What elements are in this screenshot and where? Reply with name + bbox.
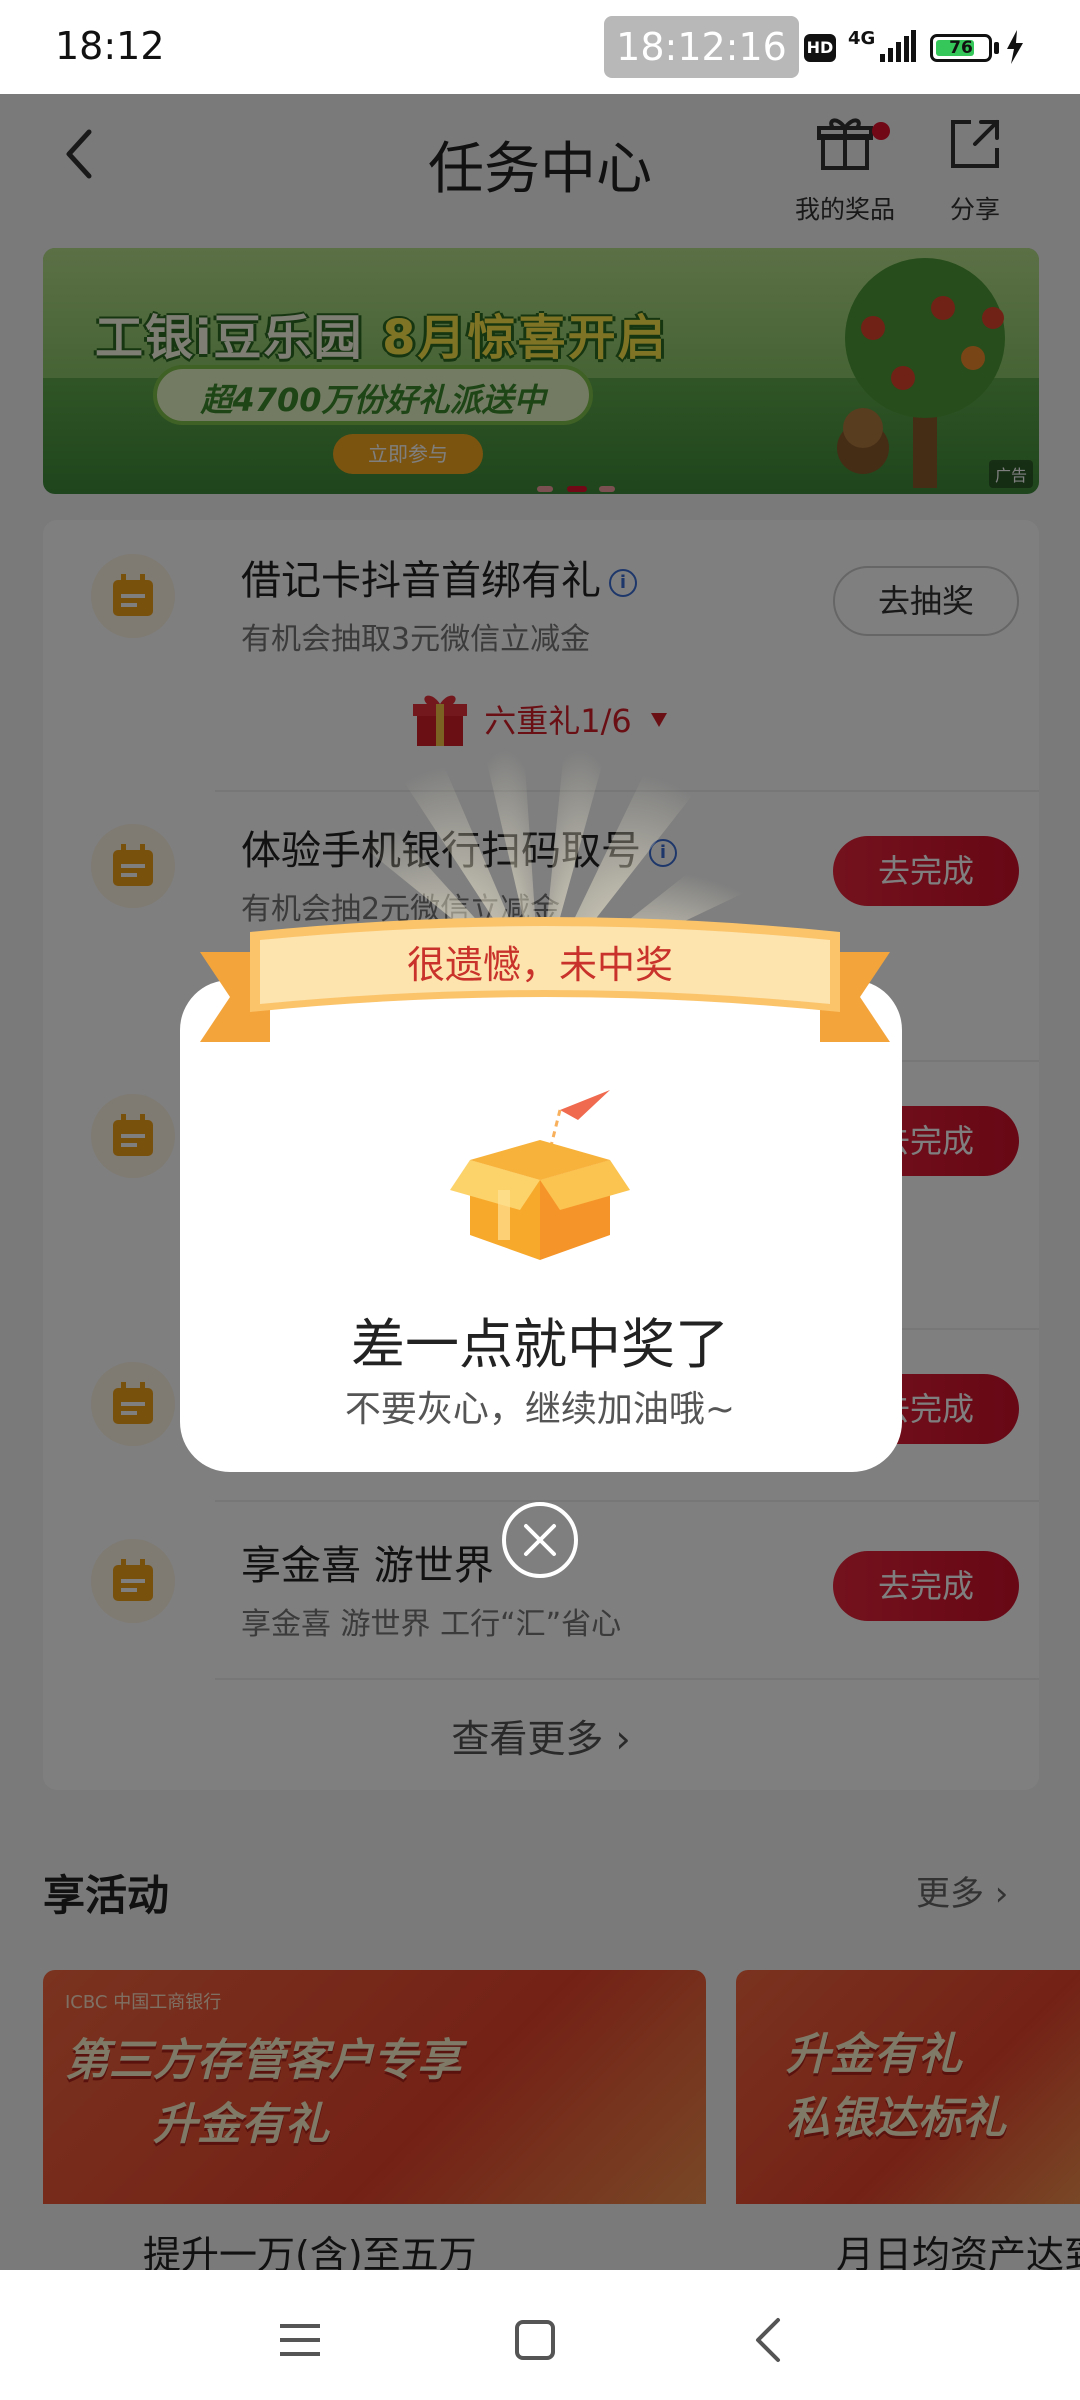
charging-icon (1007, 30, 1023, 64)
status-bar: 18:12 18:12:16 HD 4G 76 (0, 0, 1080, 94)
dialog-title: 差一点就中奖了 (351, 1313, 729, 1376)
signal-icon (880, 30, 916, 62)
menu-icon[interactable] (270, 2310, 330, 2370)
clock-pill: 18:12:16 (604, 16, 799, 78)
network-type: 4G (848, 28, 876, 49)
hd-icon: HD (804, 34, 836, 62)
back-nav-icon[interactable] (740, 2310, 800, 2370)
close-icon[interactable] (500, 1500, 580, 1580)
battery-icon: 76 (930, 34, 992, 62)
battery-level: 76 (949, 38, 973, 58)
dialog-subtitle: 不要灰心，继续加油哦~ (344, 1389, 736, 1430)
ribbon-text: 很遗憾，未中奖 (406, 943, 673, 987)
battery-cap (994, 42, 999, 54)
system-nav-bar (0, 2270, 1080, 2400)
home-icon[interactable] (505, 2310, 565, 2370)
status-time: 18:12 (55, 24, 165, 68)
empty-box-icon (450, 1090, 630, 1260)
